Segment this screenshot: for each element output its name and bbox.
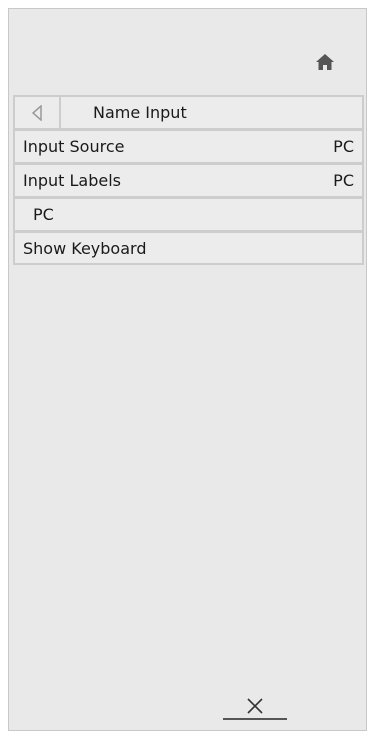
name-input-field[interactable]: PC: [13, 197, 364, 231]
menu-header: Name Input: [13, 95, 364, 129]
close-underline: [223, 718, 287, 720]
back-triangle-icon: [31, 104, 42, 121]
menu-list: Name Input Input Source PC Input Labels …: [13, 95, 364, 265]
menu-item-label: Input Labels: [23, 171, 122, 190]
menu-item-value: PC: [333, 137, 354, 156]
name-input-value: PC: [33, 205, 54, 224]
menu-item-show-keyboard[interactable]: Show Keyboard: [13, 231, 364, 265]
menu-item-input-source[interactable]: Input Source PC: [13, 129, 364, 163]
menu-item-label: Show Keyboard: [23, 238, 147, 258]
close-button[interactable]: [223, 684, 287, 720]
menu-item-value: PC: [333, 171, 354, 190]
menu-item-label: Input Source: [23, 137, 125, 156]
page-title: Name Input: [93, 103, 187, 122]
menu-item-input-labels[interactable]: Input Labels PC: [13, 163, 364, 197]
home-icon: [316, 54, 334, 70]
back-button[interactable]: [15, 97, 61, 128]
close-icon: [247, 698, 263, 714]
menu-panel: Name Input Input Source PC Input Labels …: [8, 8, 367, 731]
home-button[interactable]: [312, 49, 338, 75]
